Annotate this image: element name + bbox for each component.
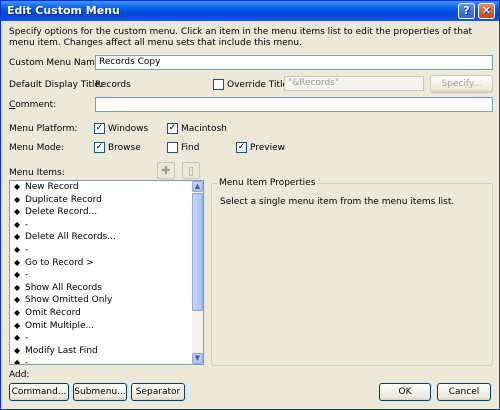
comment-field[interactable]	[95, 97, 493, 112]
list-item[interactable]: ◆ New Record	[10, 181, 203, 194]
list-item[interactable]: ◆ Go to Record >	[10, 257, 203, 270]
window-title: Edit Custom Menu	[7, 4, 120, 17]
add-separator-button[interactable]: Separator	[131, 383, 185, 401]
menu-items-label: Menu Items:	[9, 168, 65, 178]
default-display-title-label: Default Display Title:	[9, 80, 104, 90]
scroll-thumb[interactable]	[192, 193, 203, 311]
preview-checkbox[interactable]: ✓	[236, 142, 247, 153]
drag-handle-icon[interactable]: ◆	[14, 307, 25, 320]
list-item[interactable]: ◆ Delete Record...	[10, 206, 203, 219]
list-item[interactable]: ◆ Show All Records	[10, 282, 203, 295]
move-item-icon[interactable]: ✚	[157, 162, 175, 179]
list-item-label: Delete All Records...	[25, 232, 116, 243]
list-item[interactable]: ◆ Show Omitted Only	[10, 294, 203, 307]
windows-checkbox[interactable]: ✓	[94, 123, 105, 134]
list-item-label: Show All Records	[25, 282, 102, 293]
windows-label: Windows	[108, 124, 149, 134]
ok-button[interactable]: OK	[379, 383, 431, 401]
list-item-label: Go to Record >	[25, 257, 94, 268]
comment-label: Comment:	[9, 100, 57, 110]
drag-handle-icon[interactable]: ◆	[14, 244, 25, 257]
macintosh-label: Macintosh	[181, 124, 227, 134]
browse-checkbox[interactable]: ✓	[94, 142, 105, 153]
list-item[interactable]: ◆ -	[10, 244, 203, 257]
menu-items-list[interactable]: ◆ New Record ◆ Duplicate Record ◆ Delete Reco…	[9, 180, 204, 365]
default-display-title-value: Records	[95, 80, 131, 90]
list-item[interactable]: ◆ Omit Record	[10, 307, 203, 320]
add-label: Add:	[9, 370, 30, 380]
drag-handle-icon[interactable]: ◆	[14, 345, 25, 358]
list-item-label: -	[25, 358, 29, 365]
dialog-description: Specify options for the custom menu. Cli…	[9, 27, 473, 48]
list-item[interactable]: ◆ -	[10, 219, 203, 232]
drag-handle-icon[interactable]: ◆	[14, 257, 25, 270]
drag-handle-icon[interactable]: ◆	[14, 294, 25, 307]
scroll-down-icon[interactable]: ▼	[192, 353, 203, 364]
custom-menu-name-field[interactable]: Records Copy	[95, 55, 493, 70]
drag-handle-icon[interactable]: ◆	[14, 206, 25, 219]
browse-label: Browse	[108, 143, 141, 153]
list-item-label: Show Omitted Only	[25, 295, 113, 306]
find-label: Find	[181, 143, 200, 153]
add-command-button[interactable]: Command...	[9, 383, 69, 401]
list-item[interactable]: ◆ -	[10, 357, 203, 365]
drag-handle-icon[interactable]: ◆	[14, 269, 25, 282]
list-item-label: Delete Record...	[25, 207, 98, 218]
scroll-up-icon[interactable]: ▲	[192, 181, 203, 192]
trash-icon[interactable]: ▯	[182, 162, 200, 179]
list-item[interactable]: ◆ Delete All Records...	[10, 231, 203, 244]
menu-item-properties-group: Menu Item Properties Select a single men…	[211, 178, 493, 366]
drag-handle-icon[interactable]: ◆	[14, 357, 25, 364]
menu-platform-label: Menu Platform:	[9, 124, 78, 134]
properties-message: Select a single menu item from the menu …	[220, 197, 455, 207]
title-bar: Edit Custom Menu ? ✕	[1, 1, 499, 21]
list-item-label: Modify Last Find	[25, 345, 98, 356]
list-item[interactable]: ◆ Duplicate Record	[10, 194, 203, 207]
list-item[interactable]: ◆ -	[10, 269, 203, 282]
edit-custom-menu-dialog: Edit Custom Menu ? ✕ Specify options for…	[0, 0, 500, 410]
list-item-label: -	[25, 219, 29, 230]
specify-button[interactable]: Specify...	[430, 75, 493, 93]
macintosh-checkbox[interactable]: ✓	[167, 123, 178, 134]
drag-handle-icon[interactable]: ◆	[14, 231, 25, 244]
list-item-label: Duplicate Record	[25, 194, 102, 205]
drag-handle-icon[interactable]: ◆	[14, 194, 25, 207]
drag-handle-icon[interactable]: ◆	[14, 332, 25, 345]
add-submenu-button[interactable]: Submenu...	[73, 383, 127, 401]
cancel-button[interactable]: Cancel	[437, 383, 491, 401]
drag-handle-icon[interactable]: ◆	[14, 219, 25, 232]
drag-handle-icon[interactable]: ◆	[14, 320, 25, 333]
close-icon[interactable]: ✕	[478, 3, 495, 19]
list-scrollbar[interactable]: ▲ ▼	[192, 181, 203, 364]
list-item-label: New Record	[25, 182, 79, 192]
override-title-label: Override Title:	[227, 80, 292, 90]
list-item[interactable]: ◆ -	[10, 332, 203, 345]
list-item-label: -	[25, 244, 29, 255]
drag-handle-icon[interactable]: ◆	[14, 181, 25, 194]
list-item-label: -	[25, 270, 29, 281]
help-icon[interactable]: ?	[458, 3, 475, 19]
custom-menu-name-label: Custom Menu Name:	[9, 58, 104, 68]
drag-handle-icon[interactable]: ◆	[14, 282, 25, 295]
menu-items-rows: ◆ New Record ◆ Duplicate Record ◆ Delete Reco…	[10, 181, 203, 365]
list-item-label: Omit Record	[25, 307, 81, 318]
menu-item-properties-title: Menu Item Properties	[217, 178, 318, 188]
override-title-field[interactable]: "&Records"	[284, 76, 424, 91]
preview-label: Preview	[250, 143, 286, 153]
menu-mode-label: Menu Mode:	[9, 143, 65, 153]
list-item-label: Omit Multiple...	[25, 320, 95, 331]
override-title-checkbox[interactable]	[213, 79, 224, 90]
list-item[interactable]: ◆ Modify Last Find	[10, 345, 203, 358]
list-item-label: -	[25, 333, 29, 344]
find-checkbox[interactable]	[167, 142, 178, 153]
list-item[interactable]: ◆ Omit Multiple...	[10, 320, 203, 333]
